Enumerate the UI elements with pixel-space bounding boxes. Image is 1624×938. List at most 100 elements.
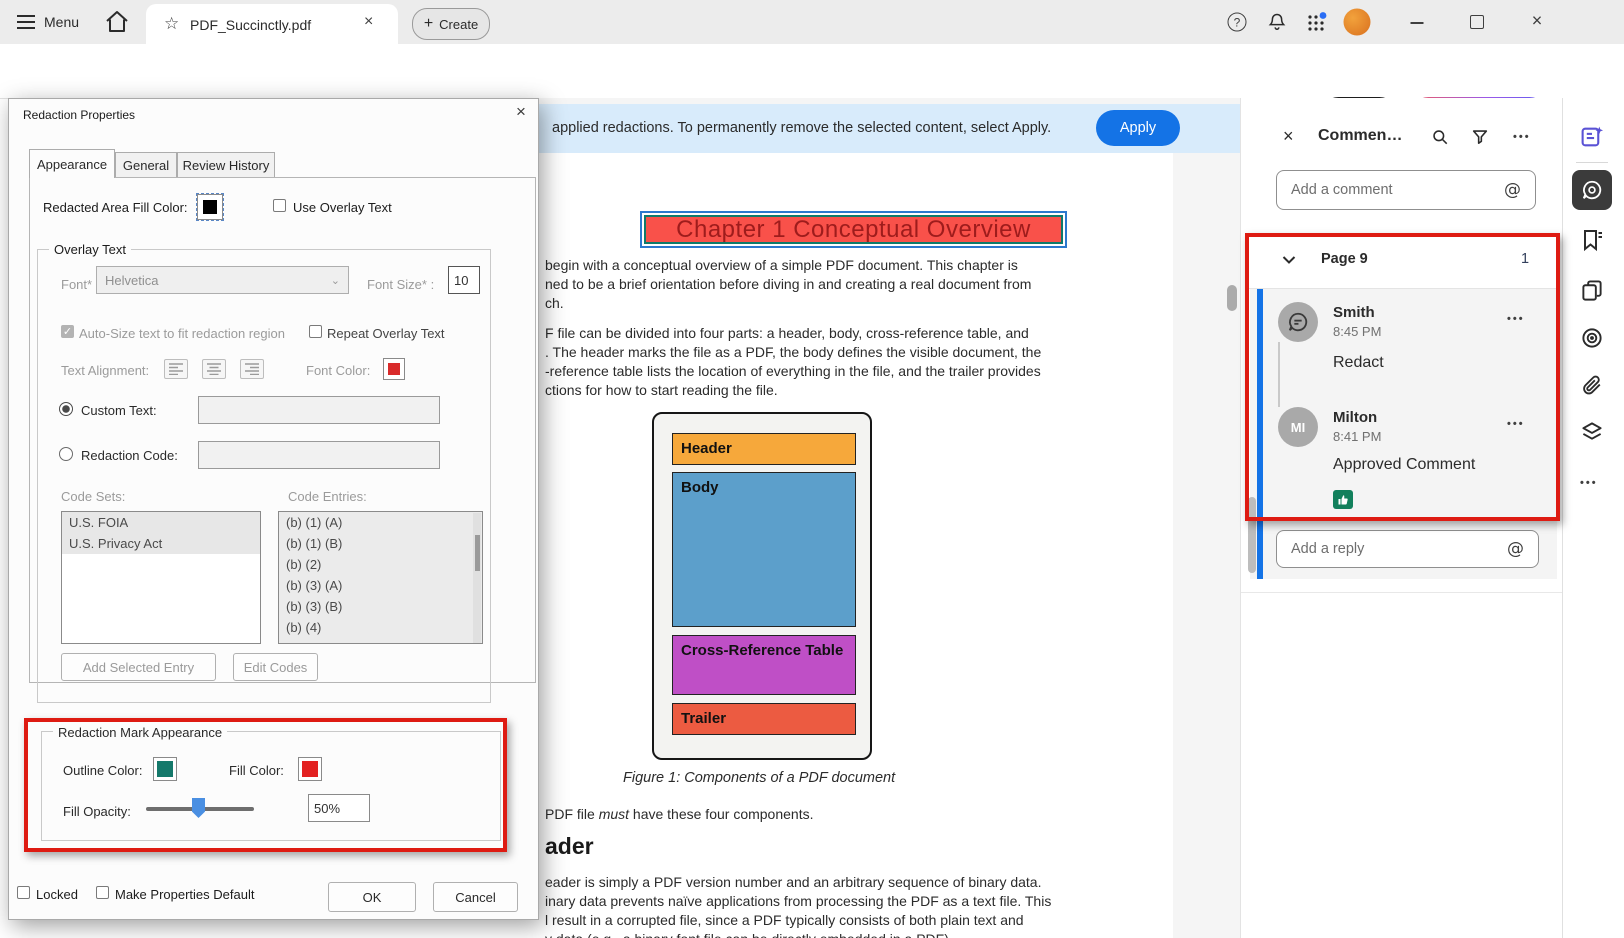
approved-thumbs-up-icon[interactable]	[1333, 490, 1353, 509]
custom-text-label: Custom Text:	[81, 403, 157, 418]
tab-general[interactable]: General	[115, 152, 177, 178]
code-entries-list[interactable]: (b) (1) (A) (b) (1) (B) (b) (2) (b) (3) …	[278, 511, 483, 644]
doc-text-line: y data (e.g., a binary font file can be …	[545, 931, 953, 938]
panel-close-icon[interactable]: ×	[1283, 126, 1294, 147]
comment-options-icon[interactable]: •••	[1507, 418, 1525, 430]
comment-body: Redact	[1333, 354, 1384, 372]
chevron-down-icon: ⌄	[331, 274, 340, 287]
figure-crossref-box: Cross-Reference Table	[672, 635, 856, 695]
fill-color-swatch[interactable]	[298, 757, 322, 781]
mention-icon[interactable]: @	[1507, 539, 1524, 559]
help-glyph: ?	[1234, 15, 1241, 29]
comment-time: 8:41 PM	[1333, 429, 1381, 444]
redaction-code-radio[interactable]	[59, 447, 73, 461]
minimize-icon[interactable]	[1411, 22, 1424, 24]
attachments-icon[interactable]	[1581, 374, 1603, 396]
use-overlay-checkbox[interactable]	[273, 199, 286, 212]
tab-label: Review History	[183, 158, 270, 173]
redacted-fill-swatch[interactable]	[197, 194, 223, 220]
figure-box-label: Trailer	[681, 710, 726, 727]
list-item[interactable]: (b) (2)	[279, 554, 482, 575]
collapse-chevron-icon[interactable]	[1283, 256, 1296, 264]
cancel-button[interactable]: Cancel	[433, 882, 518, 912]
more-tools-icon[interactable]: •••	[1580, 477, 1598, 489]
custom-text-radio[interactable]	[59, 402, 73, 416]
window-close-icon[interactable]: ×	[1532, 11, 1543, 32]
apply-button[interactable]: Apply	[1096, 110, 1180, 146]
ai-summary-icon[interactable]	[1580, 125, 1605, 150]
font-color-swatch[interactable]	[383, 358, 405, 380]
align-left-icon[interactable]	[164, 359, 188, 379]
repeat-overlay-label: Repeat Overlay Text	[327, 326, 445, 341]
opacity-value-input[interactable]: 50%	[308, 794, 370, 822]
locked-checkbox[interactable]	[17, 886, 30, 899]
menu-label[interactable]: Menu	[44, 14, 79, 30]
font-select[interactable]: Helvetica ⌄	[96, 266, 349, 294]
layers-icon[interactable]	[1581, 421, 1604, 444]
comment-body: Approved Comment	[1333, 456, 1475, 474]
figure-caption: Figure 1: Components of a PDF document	[623, 770, 895, 786]
align-right-icon[interactable]	[240, 359, 264, 379]
make-default-checkbox[interactable]	[96, 886, 109, 899]
code-entries-label: Code Entries:	[288, 489, 367, 504]
ok-button[interactable]: OK	[328, 882, 416, 912]
tab-review-history[interactable]: Review History	[177, 152, 275, 178]
redaction-mark-heading[interactable]: Chapter 1 Conceptual Overview	[640, 211, 1067, 248]
redaction-code-input[interactable]	[198, 441, 440, 469]
banner-message: applied redactions. To permanently remov…	[552, 120, 1051, 136]
outline-color-label: Outline Color:	[63, 763, 142, 778]
comment-author: Smith	[1333, 304, 1375, 321]
help-icon[interactable]: ?	[1228, 13, 1247, 32]
search-comments-icon[interactable]	[1431, 128, 1450, 147]
list-item[interactable]: U.S. FOIA	[62, 512, 260, 533]
add-reply-input[interactable]: Add a reply @	[1276, 530, 1539, 568]
list-item[interactable]: (b) (1) (A)	[279, 512, 482, 533]
list-scrollbar[interactable]	[473, 513, 481, 644]
add-comment-input[interactable]: Add a comment @	[1276, 170, 1536, 210]
user-avatar[interactable]	[1344, 9, 1371, 36]
mention-icon[interactable]: @	[1504, 180, 1521, 200]
filter-icon[interactable]	[1471, 128, 1490, 147]
figure-box-label: Cross-Reference Table	[681, 642, 843, 659]
list-item[interactable]: U.S. Privacy Act	[62, 533, 260, 554]
list-item[interactable]: (b) (4)	[279, 617, 482, 638]
tab-appearance[interactable]: Appearance	[29, 149, 115, 178]
align-center-icon[interactable]	[202, 359, 226, 379]
notifications-bell-icon[interactable]	[1267, 12, 1287, 33]
page-thumbnails-icon[interactable]	[1581, 280, 1604, 303]
button-label: Edit Codes	[244, 660, 308, 675]
create-button[interactable]: + Create	[412, 8, 490, 40]
outline-color-swatch[interactable]	[153, 757, 177, 781]
font-size-input[interactable]: 10	[448, 266, 480, 294]
list-item[interactable]: (b) (3) (A)	[279, 575, 482, 596]
maximize-icon[interactable]	[1470, 15, 1484, 29]
document-tab[interactable]: ☆ PDF_Succinctly.pdf ×	[146, 4, 398, 44]
fill-color-label: Fill Color:	[229, 763, 284, 778]
list-scrollbar-thumb[interactable]	[475, 535, 480, 571]
hamburger-menu-icon[interactable]	[16, 14, 36, 30]
document-scrollbar[interactable]	[1227, 285, 1237, 311]
autosize-checkbox[interactable]: ✓	[61, 325, 74, 338]
panel-scrollbar[interactable]	[1248, 497, 1256, 573]
comment-tool-selected[interactable]	[1572, 170, 1612, 210]
add-selected-entry-button[interactable]: Add Selected Entry	[61, 653, 216, 681]
page-group-label[interactable]: Page 9	[1321, 251, 1368, 267]
custom-text-input[interactable]	[198, 396, 440, 424]
apps-grid-icon[interactable]	[1306, 11, 1328, 33]
code-sets-list[interactable]: U.S. FOIA U.S. Privacy Act	[61, 511, 261, 644]
opacity-value: 50%	[314, 801, 340, 816]
tab-close-icon[interactable]: ×	[364, 13, 373, 31]
comment-options-icon[interactable]: •••	[1507, 313, 1525, 325]
dialog-close-icon[interactable]: ×	[516, 102, 526, 122]
edit-codes-button[interactable]: Edit Codes	[233, 653, 318, 681]
list-item[interactable]: (b) (1) (B)	[279, 533, 482, 554]
redacted-heading-text: Chapter 1 Conceptual Overview	[644, 215, 1063, 244]
list-item[interactable]: (b) (3) (B)	[279, 596, 482, 617]
redaction-properties-dialog: Redaction Properties × Appearance Genera…	[8, 98, 539, 920]
comments-options-icon[interactable]: •••	[1513, 131, 1531, 143]
repeat-overlay-checkbox[interactable]	[309, 325, 322, 338]
destinations-icon[interactable]	[1581, 327, 1604, 350]
bookmarks-icon[interactable]	[1580, 228, 1604, 252]
star-icon[interactable]: ☆	[164, 14, 179, 34]
home-icon[interactable]	[104, 10, 130, 34]
